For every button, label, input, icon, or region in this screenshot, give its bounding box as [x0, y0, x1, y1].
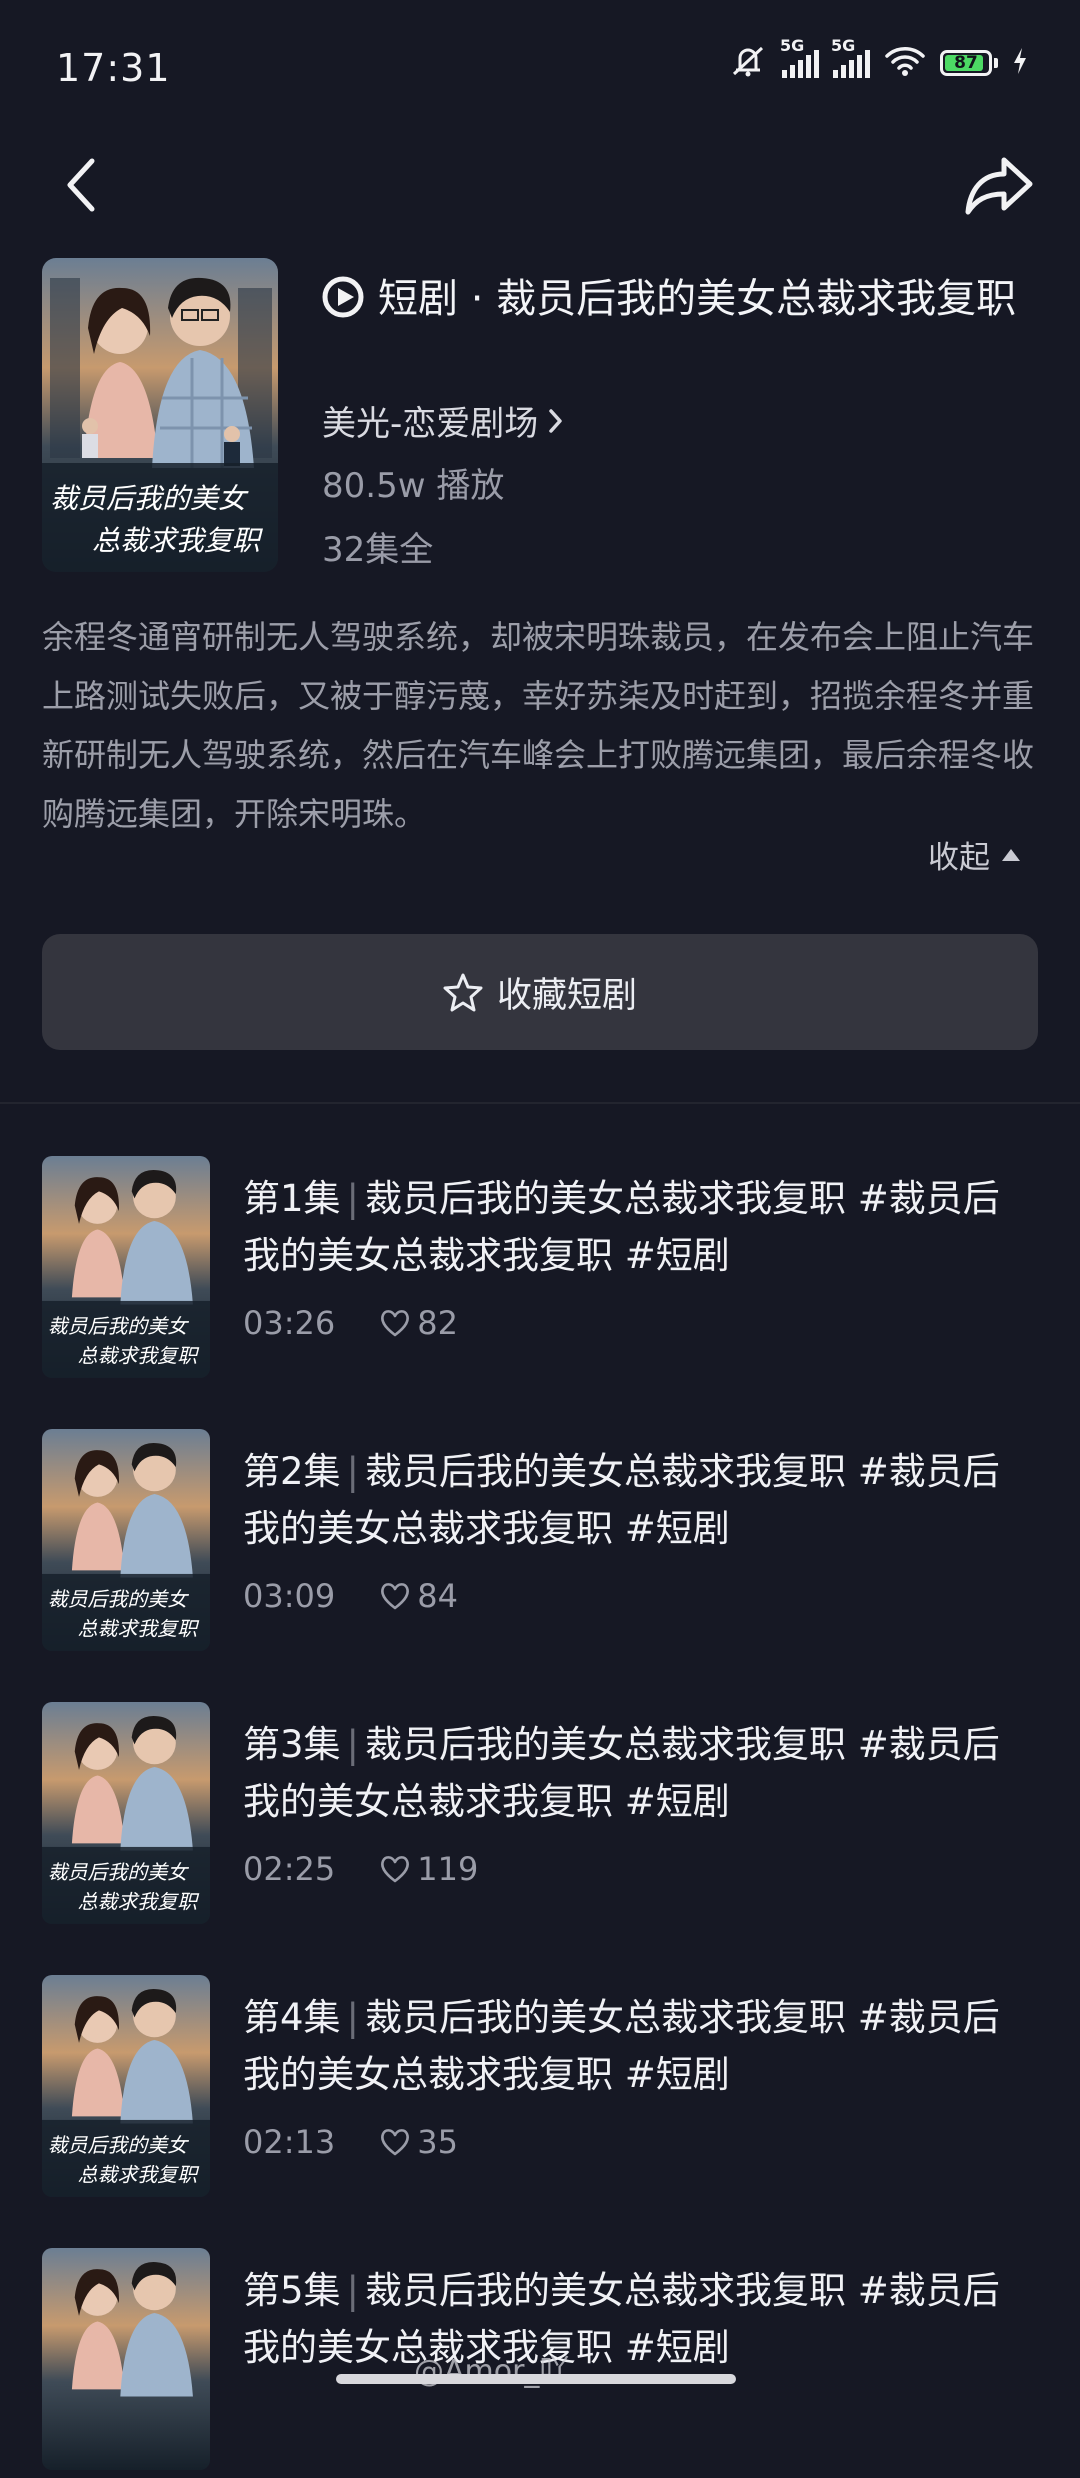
- share-button[interactable]: [954, 140, 1044, 230]
- episode-duration: 03:09: [243, 1577, 336, 1615]
- svg-text:裁员后我的美女: 裁员后我的美女: [48, 1861, 190, 1884]
- episode-meta: 02:25 119: [243, 1850, 478, 1888]
- svg-text:裁员后我的美女: 裁员后我的美女: [48, 1315, 190, 1338]
- cover-caption: 总裁求我复职: [92, 524, 263, 557]
- network-type-label: 5G: [780, 36, 805, 55]
- signal-icon: 5G: [780, 36, 819, 78]
- episode-title: 第2集 | 裁员后我的美女总裁求我复职 #裁员后我的美女总裁求我复职 #短剧: [243, 1450, 1000, 1550]
- episode-meta: 03:09 84: [243, 1577, 458, 1615]
- channel-link[interactable]: 美光-恋爱剧场: [322, 396, 564, 445]
- status-time: 17:31: [56, 46, 171, 90]
- episode-number: 第1集: [243, 1177, 341, 1220]
- episode-item[interactable]: 裁员后我的美女总裁求我复职 第2集 | 裁员后我的美女总裁求我复职 #裁员后我的美女…: [0, 1429, 1080, 1659]
- like-count: 35: [417, 2123, 458, 2161]
- episode-duration: 02:13: [243, 2123, 336, 2161]
- drama-description: 余程冬通宵研制无人驾驶系统，却被宋明珠裁员，在发布会上阻止汽车上路测试失败后，又…: [42, 618, 1035, 833]
- episode-total: 32集全: [322, 530, 434, 570]
- network-type-label: 5G: [831, 36, 856, 55]
- battery-level: 87: [954, 53, 978, 73]
- collapse-label: 收起: [928, 840, 990, 876]
- heart-icon: [381, 1310, 410, 1337]
- drama-header: 裁员后我的美女 总裁求我复职 短剧 · 裁员后我的美女总裁求我复职 美光-恋爱剧…: [42, 258, 1042, 578]
- episode-likes: 119: [379, 1850, 478, 1888]
- drama-cover-image[interactable]: 裁员后我的美女 总裁求我复职: [42, 258, 278, 572]
- episode-thumbnail: 裁员后我的美女总裁求我复职: [42, 1429, 210, 1651]
- mute-icon: [728, 44, 768, 82]
- short-drama-icon: [322, 276, 364, 318]
- charging-icon: [1012, 47, 1028, 79]
- episode-meta: 02:13 35: [243, 2123, 458, 2161]
- svg-text:裁员后我的美女: 裁员后我的美女: [48, 2134, 190, 2157]
- episode-likes: 35: [379, 2123, 458, 2161]
- episode-item[interactable]: 裁员后我的美女总裁求我复职 第3集 | 裁员后我的美女总裁求我复职 #裁员后我的美女…: [0, 1702, 1080, 1932]
- chevron-right-icon: [549, 408, 563, 433]
- title-dot: ·: [470, 276, 484, 322]
- heart-icon: [381, 1583, 410, 1610]
- like-count: 119: [417, 1850, 479, 1888]
- share-icon: [965, 157, 1033, 215]
- episode-number: 第5集: [243, 2269, 341, 2312]
- wifi-icon: [884, 45, 926, 81]
- episode-item[interactable]: 裁员后我的美女总裁求我复职 第1集 | 裁员后我的美女总裁求我复职 #裁员后我的美女…: [0, 1156, 1080, 1386]
- drama-title-text: 裁员后我的美女总裁求我复职: [496, 276, 1017, 322]
- section-divider: [0, 1102, 1080, 1104]
- home-indicator[interactable]: [336, 2374, 736, 2384]
- episode-meta: 03:26 82: [243, 1304, 458, 1342]
- episode-duration: 02:25: [243, 1850, 336, 1888]
- svg-text:总裁求我复职: 总裁求我复职: [78, 1618, 200, 1641]
- episode-title: 第3集 | 裁员后我的美女总裁求我复职 #裁员后我的美女总裁求我复职 #短剧: [243, 1723, 1000, 1823]
- favorite-label: 收藏短剧: [496, 975, 637, 1016]
- episode-title: 第4集 | 裁员后我的美女总裁求我复职 #裁员后我的美女总裁求我复职 #短剧: [243, 1996, 1000, 2096]
- channel-name: 美光-恋爱剧场: [322, 404, 539, 444]
- episode-thumbnail: 裁员后我的美女总裁求我复职: [42, 1156, 210, 1378]
- drama-type-label: 短剧: [378, 276, 458, 322]
- episode-likes: 84: [379, 1577, 458, 1615]
- svg-text:总裁求我复职: 总裁求我复职: [78, 1891, 200, 1914]
- svg-text:总裁求我复职: 总裁求我复职: [78, 1345, 200, 1368]
- episode-number: 第3集: [243, 1723, 341, 1766]
- episode-likes: 82: [379, 1304, 458, 1342]
- cover-caption: 裁员后我的美女: [50, 482, 249, 515]
- favorite-drama-button[interactable]: 收藏短剧: [42, 934, 1038, 1050]
- svg-text:总裁求我复职: 总裁求我复职: [78, 2164, 200, 2187]
- heart-icon: [381, 1856, 410, 1883]
- play-count: 80.5w 播放: [322, 466, 505, 506]
- battery-icon: 87: [940, 50, 998, 76]
- status-icons: 5G 5G 87: [728, 36, 1028, 82]
- svg-text:裁员后我的美女: 裁员后我的美女: [48, 1588, 190, 1611]
- top-nav: [0, 140, 1080, 250]
- episode-title: 第5集 | 裁员后我的美女总裁求我复职 #裁员后我的美女总裁求我复职 #短剧: [243, 2269, 1000, 2369]
- episode-duration: 03:26: [243, 1304, 336, 1342]
- heart-icon: [381, 2129, 410, 2156]
- episode-title: 第1集 | 裁员后我的美女总裁求我复职 #裁员后我的美女总裁求我复职 #短剧: [243, 1177, 1000, 1277]
- back-button[interactable]: [40, 140, 120, 230]
- like-count: 82: [417, 1304, 458, 1342]
- drama-title: 短剧 · 裁员后我的美女总裁求我复职: [322, 268, 1062, 330]
- collapse-button[interactable]: 收起: [928, 832, 1022, 877]
- episode-thumbnail: 裁员后我的美女总裁求我复职: [42, 1975, 210, 2197]
- signal-icon: 5G: [831, 36, 870, 78]
- status-bar: 17:31 5G 5G 87: [0, 0, 1080, 140]
- triangle-up-icon: [1002, 848, 1020, 861]
- chevron-left-icon: [67, 158, 95, 212]
- episode-item[interactable]: 裁员后我的美女总裁求我复职 第4集 | 裁员后我的美女总裁求我复职 #裁员后我的美女…: [0, 1975, 1080, 2205]
- episode-number: 第4集: [243, 1996, 341, 2039]
- episode-thumbnail: [42, 2248, 210, 2470]
- episode-number: 第2集: [243, 1450, 341, 1493]
- episode-thumbnail: 裁员后我的美女总裁求我复职: [42, 1702, 210, 1924]
- star-icon: [443, 973, 483, 1012]
- like-count: 84: [417, 1577, 458, 1615]
